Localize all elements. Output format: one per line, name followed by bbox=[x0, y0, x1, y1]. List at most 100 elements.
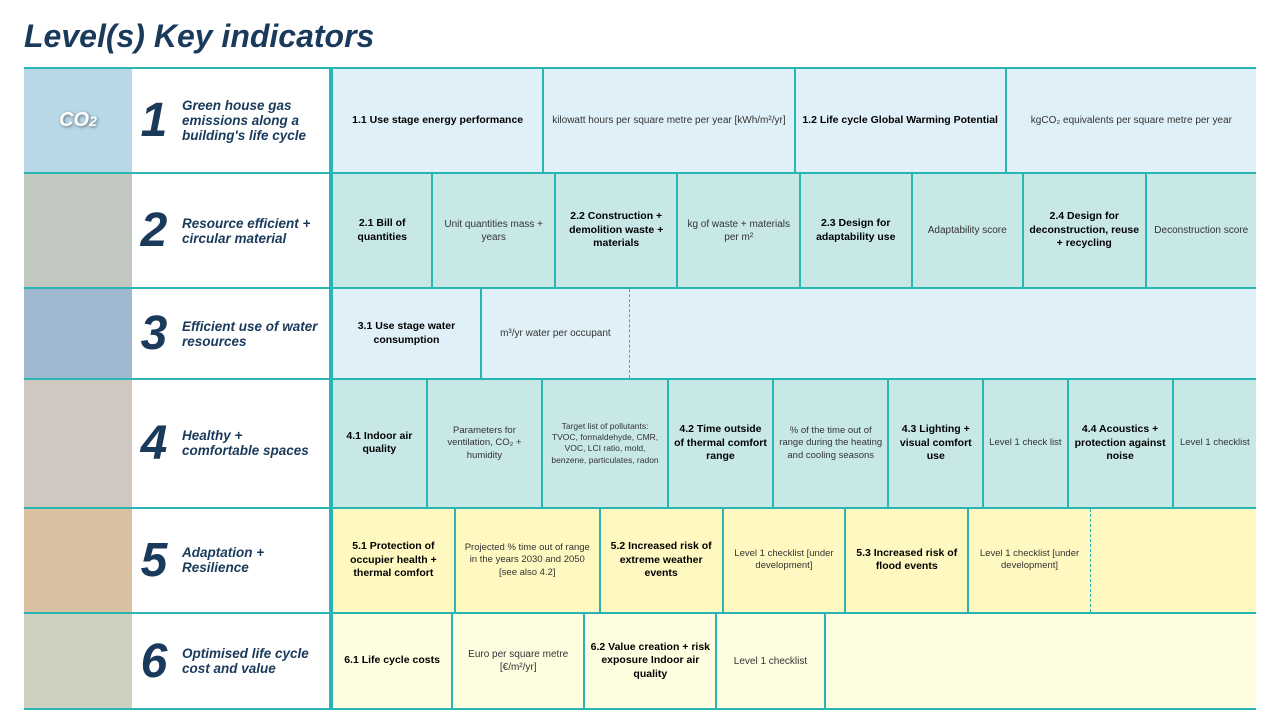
row-3: 3 Efficient use of water resources 3.1 U… bbox=[24, 289, 1256, 380]
cell-5-1-indicator-text: Projected % time out of range in the yea… bbox=[461, 542, 594, 579]
cell-3-empty bbox=[630, 289, 1256, 378]
row1-image: CO2 bbox=[24, 69, 132, 172]
cell-2-1-indicator-text: Unit quantities mass + years bbox=[438, 218, 549, 244]
row2-number: 2 bbox=[132, 174, 176, 287]
cell-1-1-indicator: kilowatt hours per square metre per year… bbox=[544, 69, 795, 172]
row2-left: 2 Resource efficient + circular material bbox=[24, 174, 333, 287]
row-1: CO2 1 Green house gas emissions along a … bbox=[24, 69, 1256, 174]
cell-3-1-indicator: m³/yr water per occupant bbox=[482, 289, 630, 378]
cell-2-4-label: 2.4 Design for deconstruction, reuse + r… bbox=[1024, 174, 1147, 287]
cell-3-1-label-text: 3.1 Use stage water consumption bbox=[338, 320, 475, 347]
cell-2-3-label: 2.3 Design for adaptability use bbox=[801, 174, 912, 287]
cell-6-2-label-text: 6.2 Value creation + risk exposure Indoo… bbox=[590, 641, 710, 682]
row4-image bbox=[24, 380, 132, 507]
cell-5-2-label: 5.2 Increased risk of extreme weather ev… bbox=[601, 509, 724, 612]
cell-5-1-indicator: Projected % time out of range in the yea… bbox=[456, 509, 601, 612]
cell-1-1-label-text: 1.1 Use stage energy performance bbox=[352, 114, 523, 128]
row5-left: 5 Adaptation + Resilience bbox=[24, 509, 333, 612]
row-6: 6 Optimised life cycle cost and value 6.… bbox=[24, 614, 1256, 710]
cell-6-2-indicator: Level 1 checklist bbox=[717, 614, 825, 708]
row1-number: 1 bbox=[132, 69, 176, 172]
cell-1-2-indicator: kgCO₂ equivalents per square metre per y… bbox=[1007, 69, 1256, 172]
row1-label: Green house gas emissions along a buildi… bbox=[176, 69, 331, 172]
cell-5-3-label: 5.3 Increased risk of flood events bbox=[846, 509, 969, 612]
cell-1-2-indicator-text: kgCO₂ equivalents per square metre per y… bbox=[1031, 114, 1232, 127]
cell-6-2-label: 6.2 Value creation + risk exposure Indoo… bbox=[585, 614, 717, 708]
page-title: Level(s) Key indicators bbox=[24, 18, 1256, 55]
cell-4-1-indicator-text: Parameters for ventilation, CO₂ + humidi… bbox=[433, 425, 536, 462]
cell-4-3-indicator: Level 1 check list bbox=[984, 380, 1068, 507]
cell-2-2-indicator: kg of waste + materials per m² bbox=[678, 174, 801, 287]
page: Level(s) Key indicators CO2 1 Green hous… bbox=[0, 0, 1280, 720]
row4-label: Healthy + comfortable spaces bbox=[176, 380, 331, 507]
cell-2-4-label-text: 2.4 Design for deconstruction, reuse + r… bbox=[1029, 210, 1140, 251]
row1-left: CO2 1 Green house gas emissions along a … bbox=[24, 69, 333, 172]
row3-left: 3 Efficient use of water resources bbox=[24, 289, 333, 378]
row4-number: 4 bbox=[132, 380, 176, 507]
cell-5-2-indicator: Level 1 checklist [under development] bbox=[724, 509, 847, 612]
row5-number: 5 bbox=[132, 509, 176, 612]
cell-1-1-label: 1.1 Use stage energy performance bbox=[333, 69, 544, 172]
row5-image bbox=[24, 509, 132, 612]
cell-6-1-indicator: Euro per square metre [€/m²/yr] bbox=[453, 614, 585, 708]
cell-6-empty bbox=[826, 614, 1256, 708]
cell-2-3-indicator: Adaptability score bbox=[913, 174, 1024, 287]
cell-5-3-label-text: 5.3 Increased risk of flood events bbox=[851, 547, 962, 574]
cell-5-1-label: 5.1 Protection of occupier health + ther… bbox=[333, 509, 456, 612]
row6-label: Optimised life cycle cost and value bbox=[176, 614, 331, 708]
cell-2-1-label: 2.1 Bill of quantities bbox=[333, 174, 433, 287]
row4-cells: 4.1 Indoor air quality Parameters for ve… bbox=[333, 380, 1256, 507]
row2-cells: 2.1 Bill of quantities Unit quantities m… bbox=[333, 174, 1256, 287]
cell-2-1-label-text: 2.1 Bill of quantities bbox=[338, 217, 426, 244]
cell-4-2-indicator: % of the time out of range during the he… bbox=[774, 380, 889, 507]
cell-3-1-indicator-text: m³/yr water per occupant bbox=[500, 327, 611, 340]
cell-2-3-label-text: 2.3 Design for adaptability use bbox=[806, 217, 905, 244]
cell-2-2-label-text: 2.2 Construction + demolition waste + ma… bbox=[561, 210, 672, 251]
cell-4-4-label-text: 4.4 Acoustics + protection against noise bbox=[1074, 423, 1167, 464]
cell-5-3-indicator: Level 1 checklist [under development] bbox=[969, 509, 1091, 612]
row3-image bbox=[24, 289, 132, 378]
row6-left: 6 Optimised life cycle cost and value bbox=[24, 614, 333, 708]
row3-label: Efficient use of water resources bbox=[176, 289, 331, 378]
row4-left: 4 Healthy + comfortable spaces bbox=[24, 380, 333, 507]
cell-6-1-indicator-text: Euro per square metre [€/m²/yr] bbox=[458, 648, 578, 674]
cell-6-1-label-text: 6.1 Life cycle costs bbox=[344, 654, 440, 668]
cell-2-1-indicator: Unit quantities mass + years bbox=[433, 174, 556, 287]
cell-4-4-indicator: Level 1 checklist bbox=[1174, 380, 1256, 507]
cell-4-1-pollutants-text: Target list of pollutants: TVOC, formald… bbox=[548, 421, 662, 465]
cell-4-3-label: 4.3 Lighting + visual comfort use bbox=[889, 380, 984, 507]
cell-4-2-label: 4.2 Time outside of thermal comfort rang… bbox=[669, 380, 774, 507]
row-2: 2 Resource efficient + circular material… bbox=[24, 174, 1256, 289]
row5-cells: 5.1 Protection of occupier health + ther… bbox=[333, 509, 1256, 612]
cell-2-2-label: 2.2 Construction + demolition waste + ma… bbox=[556, 174, 679, 287]
row6-number: 6 bbox=[132, 614, 176, 708]
row1-cells: 1.1 Use stage energy performance kilowat… bbox=[333, 69, 1256, 172]
row3-cells: 3.1 Use stage water consumption m³/yr wa… bbox=[333, 289, 1256, 378]
cell-4-1-label: 4.1 Indoor air quality bbox=[333, 380, 428, 507]
row-5: 5 Adaptation + Resilience 5.1 Protection… bbox=[24, 509, 1256, 614]
row2-label: Resource efficient + circular material bbox=[176, 174, 331, 287]
grid-table: CO2 1 Green house gas emissions along a … bbox=[24, 67, 1256, 710]
cell-4-1-indicator: Parameters for ventilation, CO₂ + humidi… bbox=[428, 380, 543, 507]
row6-cells: 6.1 Life cycle costs Euro per square met… bbox=[333, 614, 1256, 708]
row-4: 4 Healthy + comfortable spaces 4.1 Indoo… bbox=[24, 380, 1256, 509]
cell-2-3-indicator-text: Adaptability score bbox=[928, 224, 1007, 237]
cell-2-4-indicator-text: Deconstruction score bbox=[1154, 224, 1248, 237]
cell-2-2-indicator-text: kg of waste + materials per m² bbox=[683, 218, 794, 244]
cell-4-3-indicator-text: Level 1 check list bbox=[989, 437, 1061, 449]
cell-4-2-indicator-text: % of the time out of range during the he… bbox=[779, 425, 882, 462]
cell-4-2-label-text: 4.2 Time outside of thermal comfort rang… bbox=[674, 423, 767, 464]
cell-1-2-label: 1.2 Life cycle Global Warming Potential bbox=[796, 69, 1007, 172]
cell-5-1-label-text: 5.1 Protection of occupier health + ther… bbox=[338, 540, 449, 581]
cell-4-4-indicator-text: Level 1 checklist bbox=[1180, 437, 1250, 449]
cell-1-1-indicator-text: kilowatt hours per square metre per year… bbox=[552, 114, 785, 127]
cell-1-2-label-text: 1.2 Life cycle Global Warming Potential bbox=[802, 114, 998, 128]
cell-6-1-label: 6.1 Life cycle costs bbox=[333, 614, 453, 708]
cell-6-2-indicator-text: Level 1 checklist bbox=[734, 655, 807, 668]
cell-5-2-indicator-text: Level 1 checklist [under development] bbox=[729, 548, 840, 573]
cell-3-1-label: 3.1 Use stage water consumption bbox=[333, 289, 482, 378]
row6-image bbox=[24, 614, 132, 708]
cell-5-3-indicator-text: Level 1 checklist [under development] bbox=[974, 548, 1085, 573]
cell-4-3-label-text: 4.3 Lighting + visual comfort use bbox=[894, 423, 977, 464]
cell-4-1-pollutants: Target list of pollutants: TVOC, formald… bbox=[543, 380, 669, 507]
